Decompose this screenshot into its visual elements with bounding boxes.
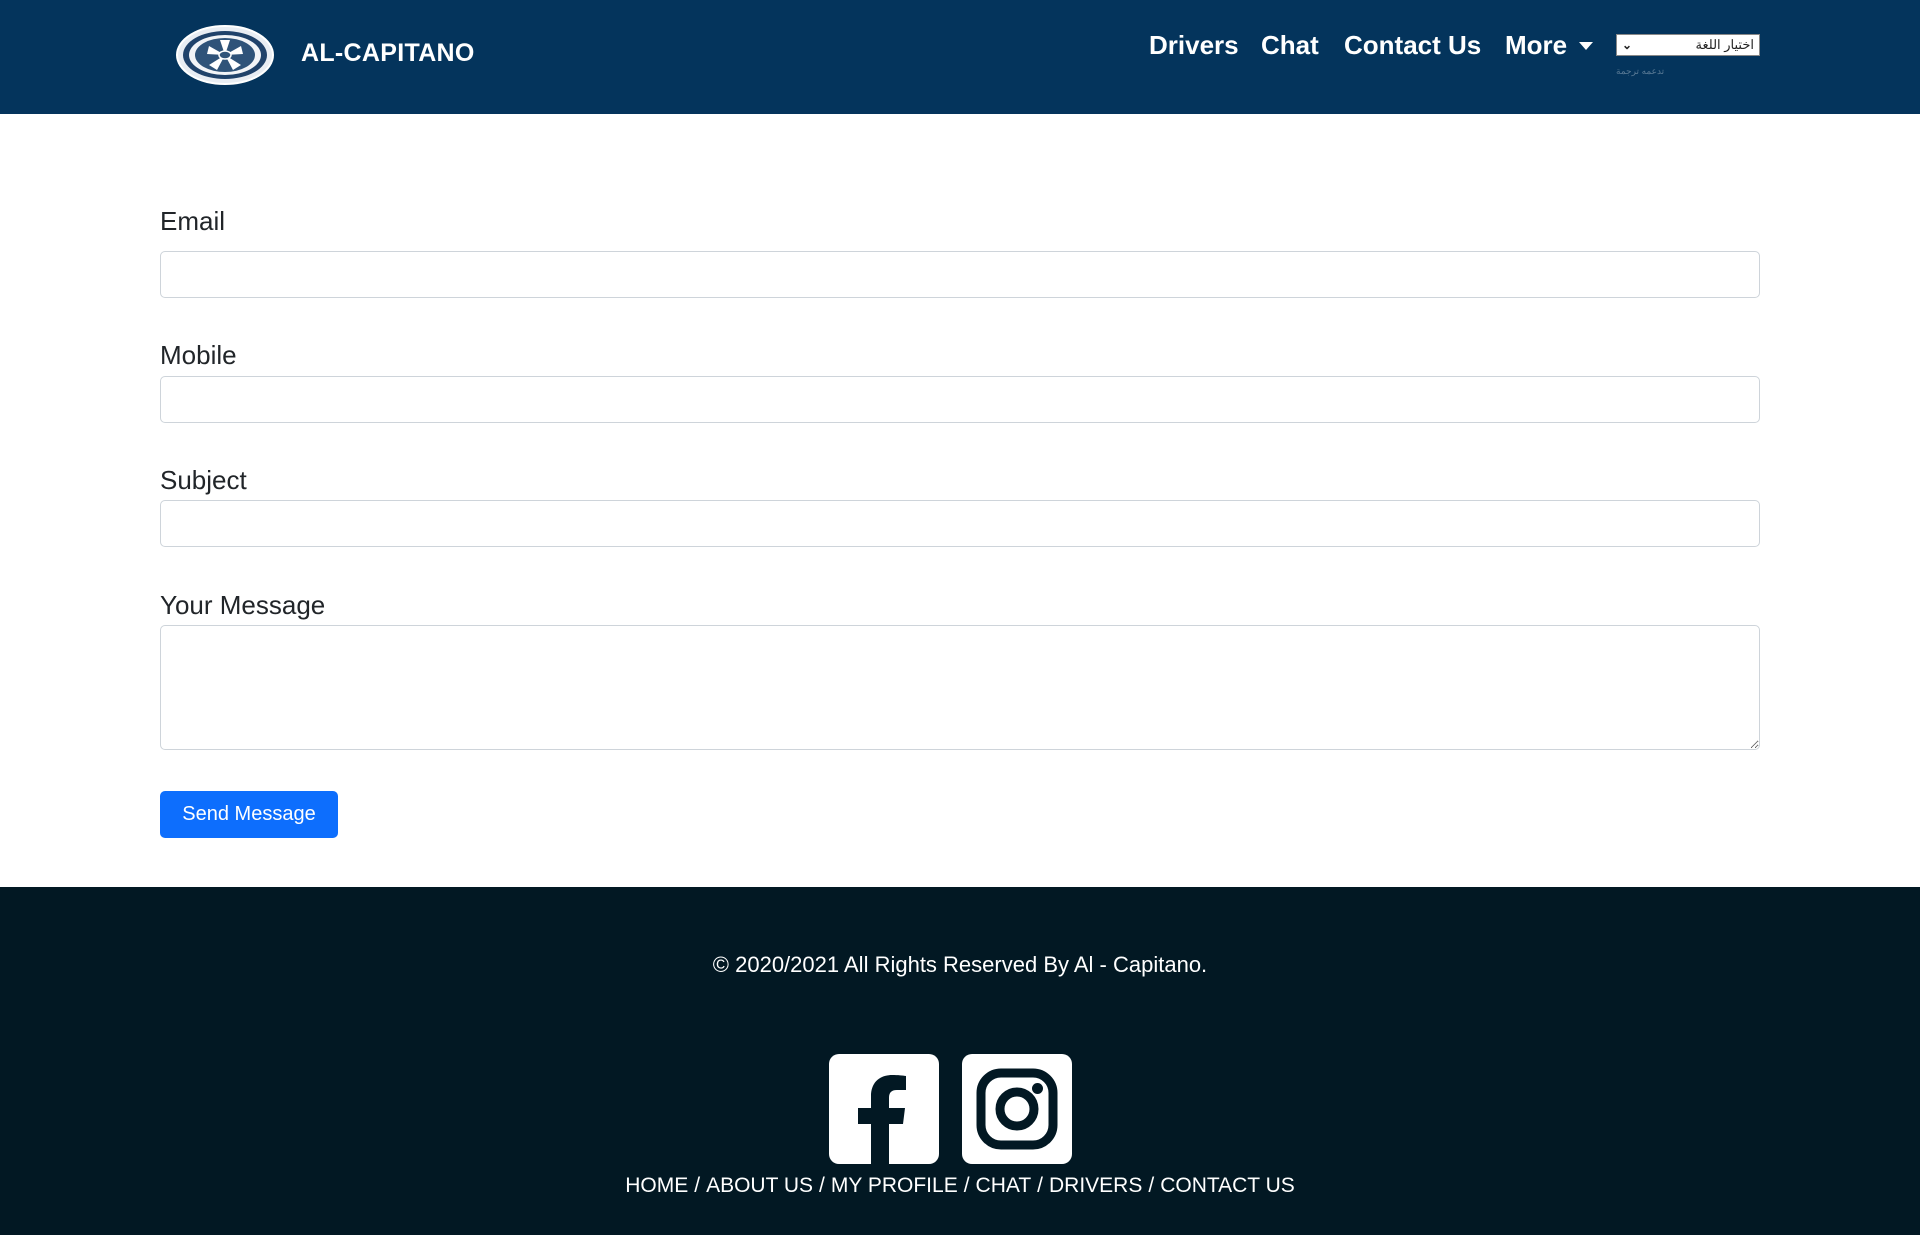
copyright-text: © 2020/2021 All Rights Reserved By Al - … [712,952,1208,977]
footer-link-separator: / [963,1174,970,1197]
mobile-label: Mobile [160,340,237,370]
facebook-icon[interactable] [829,1054,939,1164]
chevron-down-icon: ⌄ [1622,38,1633,52]
instagram-icon[interactable] [962,1054,1072,1164]
mobile-field[interactable] [160,376,1760,423]
send-message-button[interactable]: Send Message [160,791,338,838]
subject-field[interactable] [160,500,1760,547]
footer-link-separator: / [694,1174,701,1197]
nav-more-label: More [1505,30,1568,60]
brand-name[interactable]: AL-CAPITANO [301,39,475,68]
translate-powered-by[interactable]: تدعمه ترجمة [1616,66,1676,77]
footer-link-contact-us[interactable]: CONTACT US [1160,1174,1295,1197]
navbar: AL-CAPITANO Drivers Chat Contact Us More… [0,0,1920,114]
language-select-value: اختيار اللغة [1695,37,1754,52]
email-label: Email [160,206,226,236]
brand-logo[interactable] [175,24,275,86]
nav-chat[interactable]: Chat [1261,30,1319,61]
footer-link-separator: / [1037,1174,1043,1197]
nav-drivers[interactable]: Drivers [1149,30,1239,61]
footer: © 2020/2021 All Rights Reserved By Al - … [0,887,1920,1235]
footer-links: HOME / ABOUT US / MY PROFILE / CHAT / DRIVERS / CO… [0,1174,1920,1198]
footer-link-separator: / [1148,1174,1155,1197]
message-textarea[interactable] [160,625,1760,750]
email-field[interactable] [160,251,1760,298]
caret-down-icon [1579,41,1594,50]
language-select[interactable]: اختيار اللغة ⌄ [1616,34,1760,56]
footer-link-separator: / [819,1174,825,1197]
footer-link-my-profile[interactable]: MY PROFILE [831,1174,958,1197]
footer-link-chat[interactable]: CHAT [976,1174,1032,1197]
message-label: Your Message [160,590,326,620]
nav-contact-us[interactable]: Contact Us [1344,30,1481,61]
subject-label: Subject [160,465,247,495]
nav-more-dropdown[interactable]: More [1505,30,1594,61]
footer-link-about-us[interactable]: ABOUT US [706,1174,813,1197]
footer-link-home[interactable]: HOME [625,1174,688,1197]
footer-link-drivers[interactable]: DRIVERS [1049,1174,1142,1197]
